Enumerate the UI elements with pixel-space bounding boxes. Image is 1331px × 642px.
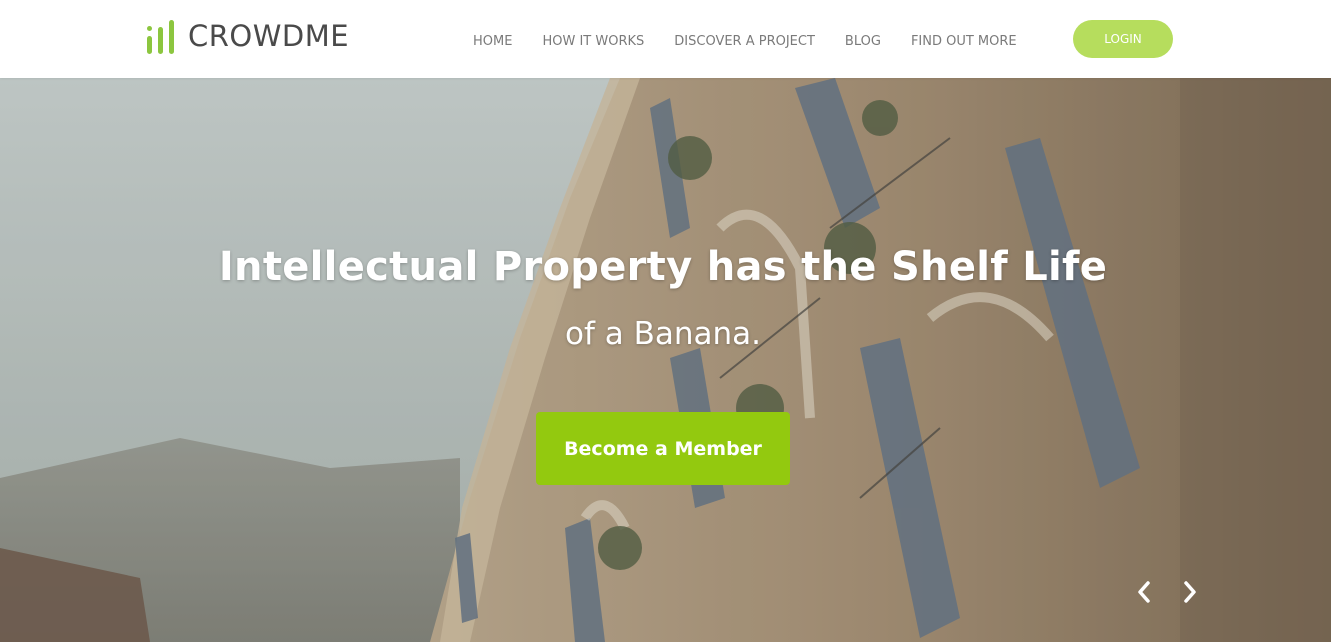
hero-slider: Intellectual Property has the Shelf Life…	[0, 78, 1331, 642]
main-nav: HOME HOW IT WORKS DISCOVER A PROJECT BLO…	[473, 33, 1047, 51]
nav-item-discover-a-project[interactable]: DISCOVER A PROJECT	[674, 33, 815, 51]
login-button[interactable]: LOGIN	[1073, 20, 1173, 58]
logo-text: CROWDME	[188, 19, 350, 53]
hero-overlay	[0, 78, 1331, 642]
logo[interactable]: CROWDME	[147, 16, 349, 56]
hero-subtitle: of a Banana.	[565, 316, 761, 352]
hero-title: Intellectual Property has the Shelf Life	[218, 244, 1108, 290]
nav-item-blog[interactable]: BLOG	[845, 33, 881, 51]
slider-next-button[interactable]	[1177, 578, 1203, 606]
become-member-button[interactable]: Become a Member	[536, 412, 790, 485]
chevron-left-icon	[1138, 581, 1150, 603]
chevron-right-icon	[1184, 581, 1196, 603]
logo-bars-icon	[147, 18, 181, 54]
nav-item-find-out-more[interactable]: FIND OUT MORE	[911, 33, 1017, 51]
nav-item-home[interactable]: HOME	[473, 33, 512, 51]
nav-item-how-it-works[interactable]: HOW IT WORKS	[542, 33, 644, 51]
slider-prev-button[interactable]	[1131, 578, 1157, 606]
site-header: CROWDME HOME HOW IT WORKS DISCOVER A PRO…	[0, 0, 1331, 78]
